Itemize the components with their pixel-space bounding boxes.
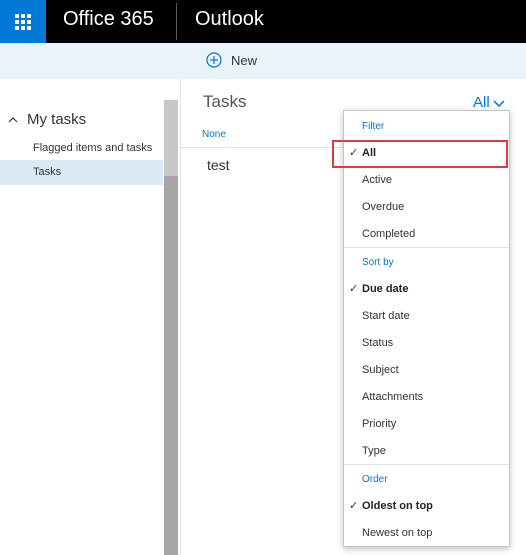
app-name[interactable]: Outlook (195, 8, 264, 31)
sort-option-type[interactable]: Type (344, 438, 509, 465)
filter-option-completed[interactable]: Completed (344, 221, 509, 248)
menu-divider (344, 247, 509, 248)
sort-option-label: Due date (362, 283, 409, 295)
scrollbar-thumb[interactable] (164, 176, 178, 555)
sort-option-status[interactable]: Status (344, 330, 509, 357)
check-icon: ✓ (349, 283, 359, 295)
app-launcher-icon (15, 13, 31, 30)
order-option-label: Oldest on top (362, 500, 433, 512)
sort-by-header: Sort by (362, 257, 394, 268)
new-button[interactable]: New (206, 52, 257, 68)
order-option-newest[interactable]: Newest on top (344, 520, 509, 547)
plus-circle-icon (206, 52, 222, 68)
menu-divider (344, 464, 509, 465)
app-launcher-button[interactable] (0, 0, 46, 43)
filter-option-overdue[interactable]: Overdue (344, 194, 509, 221)
filter-value: All (473, 94, 490, 111)
new-button-label: New (231, 52, 258, 68)
sort-option-priority[interactable]: Priority (344, 411, 509, 438)
sidebar-item-tasks[interactable]: Tasks (0, 160, 163, 185)
check-icon: ✓ (349, 500, 359, 512)
left-nav: My tasks Flagged items and tasks Tasks (0, 79, 164, 555)
pane-divider (180, 79, 181, 555)
order-header: Order (362, 474, 388, 485)
header-divider (176, 3, 177, 40)
check-icon: ✓ (349, 147, 359, 159)
my-tasks-group[interactable]: My tasks (8, 111, 86, 128)
chevron-down-icon (493, 99, 505, 107)
filter-sort-menu: Filter ✓ All Active Overdue Completed So… (343, 110, 510, 547)
sidebar-item-flagged[interactable]: Flagged items and tasks (0, 136, 163, 161)
my-tasks-label: My tasks (27, 111, 87, 128)
page-title: Tasks (203, 92, 247, 111)
sort-option-due-date[interactable]: ✓ Due date (344, 276, 509, 303)
task-item[interactable]: test (207, 157, 230, 173)
filter-option-label: All (362, 147, 377, 159)
filter-option-all[interactable]: ✓ All (344, 140, 509, 167)
pane-separator (181, 147, 343, 148)
filter-dropdown-button[interactable]: All (473, 94, 505, 111)
brand-title[interactable]: Office 365 (63, 8, 154, 31)
filter-option-active[interactable]: Active (344, 167, 509, 194)
top-bar: Office 365 Outlook (0, 0, 526, 43)
sort-label[interactable]: None (202, 129, 226, 140)
sort-option-attachments[interactable]: Attachments (344, 384, 509, 411)
chevron-up-icon (8, 116, 18, 122)
sort-option-start-date[interactable]: Start date (344, 303, 509, 330)
order-option-oldest[interactable]: ✓ Oldest on top (344, 493, 509, 520)
filter-header: Filter (362, 121, 385, 132)
sort-option-subject[interactable]: Subject (344, 357, 509, 384)
command-bar: New (0, 43, 526, 79)
